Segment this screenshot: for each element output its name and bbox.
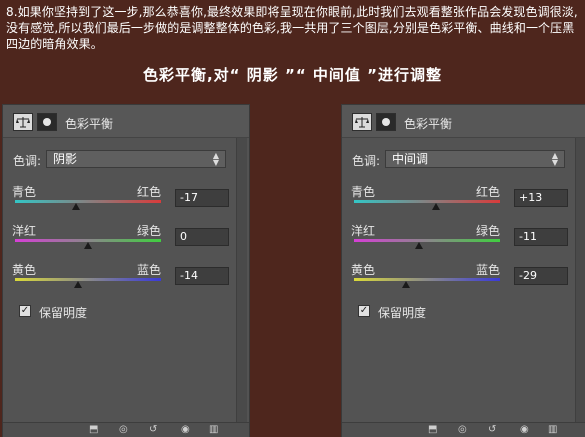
delete-trash-icon[interactable]: ▥ [548, 424, 557, 436]
slider-track[interactable] [354, 239, 500, 242]
layer-mask-icon[interactable] [376, 113, 396, 131]
slider-thumb[interactable] [401, 281, 410, 288]
tone-select[interactable]: 中间调 ▲ ▼ [385, 150, 565, 168]
slider-yellow-blue: 黄色 蓝色 -14 [3, 261, 239, 297]
panel-header: 色彩平衡 [342, 105, 585, 138]
slider-right-label: 蓝色 [136, 263, 161, 277]
panel-footer: ⬒ ◎ ↺ ◉ ▥ [342, 422, 585, 437]
select-arrows-icon: ▲ ▼ [212, 151, 219, 167]
slider-left-label: 黄色 [12, 263, 37, 277]
slider-left-label: 青色 [12, 185, 37, 199]
slider-right-label: 蓝色 [475, 263, 500, 277]
panel-title: 色彩平衡 [404, 117, 453, 131]
slider-left-label: 青色 [351, 185, 376, 199]
slider-value-input[interactable]: -14 [175, 267, 229, 285]
slider-value-input[interactable]: -29 [514, 267, 568, 285]
color-balance-panel-midtones: 色彩平衡 色调: 中间调 ▲ ▼ 青色 红色 +13 洋红 绿色 -11 黄色 蓝… [341, 104, 585, 437]
tone-label: 色调: [352, 154, 381, 168]
slider-thumb[interactable] [84, 242, 92, 249]
section-heading: 色彩平衡,对“ 阴影 ”“ 中间值 ”进行调整 [142, 66, 443, 84]
slider-yellow-blue: 黄色 蓝色 -29 [342, 261, 578, 297]
panel-footer: ⬒ ◎ ↺ ◉ ▥ [3, 422, 249, 437]
slider-cyan-red: 青色 红色 -17 [3, 183, 239, 219]
visibility-eye-icon[interactable]: ◉ [181, 424, 190, 436]
view-previous-state-icon[interactable]: ◎ [458, 424, 467, 436]
balance-scale-icon[interactable] [13, 113, 33, 131]
panel-title: 色彩平衡 [65, 117, 114, 131]
slider-value-input[interactable]: 0 [175, 228, 229, 246]
intro-text: 8.如果你坚持到了这一步,那么恭喜你,最终效果即将呈现在你眼前,此时我们去观看整… [6, 5, 578, 51]
slider-thumb[interactable] [71, 203, 80, 210]
slider-value-input[interactable]: +13 [514, 189, 568, 207]
slider-right-label: 绿色 [136, 224, 161, 238]
clip-to-layer-icon[interactable]: ⬒ [428, 424, 437, 436]
delete-trash-icon[interactable]: ▥ [209, 424, 218, 436]
slider-track[interactable] [15, 200, 161, 203]
panel-header: 色彩平衡 [3, 105, 249, 138]
layer-mask-icon[interactable] [37, 113, 57, 131]
slider-left-label: 洋红 [12, 224, 37, 238]
visibility-eye-icon[interactable]: ◉ [520, 424, 529, 436]
slider-magenta-green: 洋红 绿色 0 [3, 222, 239, 258]
slider-cyan-red: 青色 红色 +13 [342, 183, 578, 219]
view-previous-state-icon[interactable]: ◎ [119, 424, 128, 436]
balance-scale-icon[interactable] [352, 113, 372, 131]
slider-right-label: 绿色 [475, 224, 500, 238]
tone-select-value: 阴影 [53, 152, 78, 166]
slider-left-label: 黄色 [351, 263, 376, 277]
slider-magenta-green: 洋红 绿色 -11 [342, 222, 578, 258]
slider-right-label: 红色 [136, 185, 161, 199]
color-balance-panel-shadows: 色彩平衡 色调: 阴影 ▲ ▼ 青色 红色 -17 洋红 绿色 0 黄色 蓝色 -… [2, 104, 250, 437]
slider-right-label: 红色 [475, 185, 500, 199]
tone-select-value: 中间调 [392, 152, 429, 166]
slider-track[interactable] [354, 278, 500, 281]
preserve-luminosity-checkbox[interactable]: ✓ [19, 305, 31, 317]
slider-track[interactable] [354, 200, 500, 203]
select-arrows-icon: ▲ ▼ [551, 151, 558, 167]
slider-thumb[interactable] [73, 281, 82, 288]
clip-to-layer-icon[interactable]: ⬒ [89, 424, 98, 436]
preserve-luminosity-label: 保留明度 [39, 306, 88, 320]
slider-thumb[interactable] [414, 242, 423, 249]
preserve-luminosity-checkbox[interactable]: ✓ [358, 305, 370, 317]
slider-thumb[interactable] [432, 203, 441, 210]
tone-select[interactable]: 阴影 ▲ ▼ [46, 150, 226, 168]
reset-icon[interactable]: ↺ [488, 424, 496, 436]
slider-value-input[interactable]: -11 [514, 228, 568, 246]
tone-label: 色调: [13, 154, 42, 168]
slider-value-input[interactable]: -17 [175, 189, 229, 207]
preserve-luminosity-label: 保留明度 [378, 306, 427, 320]
reset-icon[interactable]: ↺ [149, 424, 157, 436]
slider-left-label: 洋红 [351, 224, 376, 238]
slider-track[interactable] [15, 278, 161, 281]
